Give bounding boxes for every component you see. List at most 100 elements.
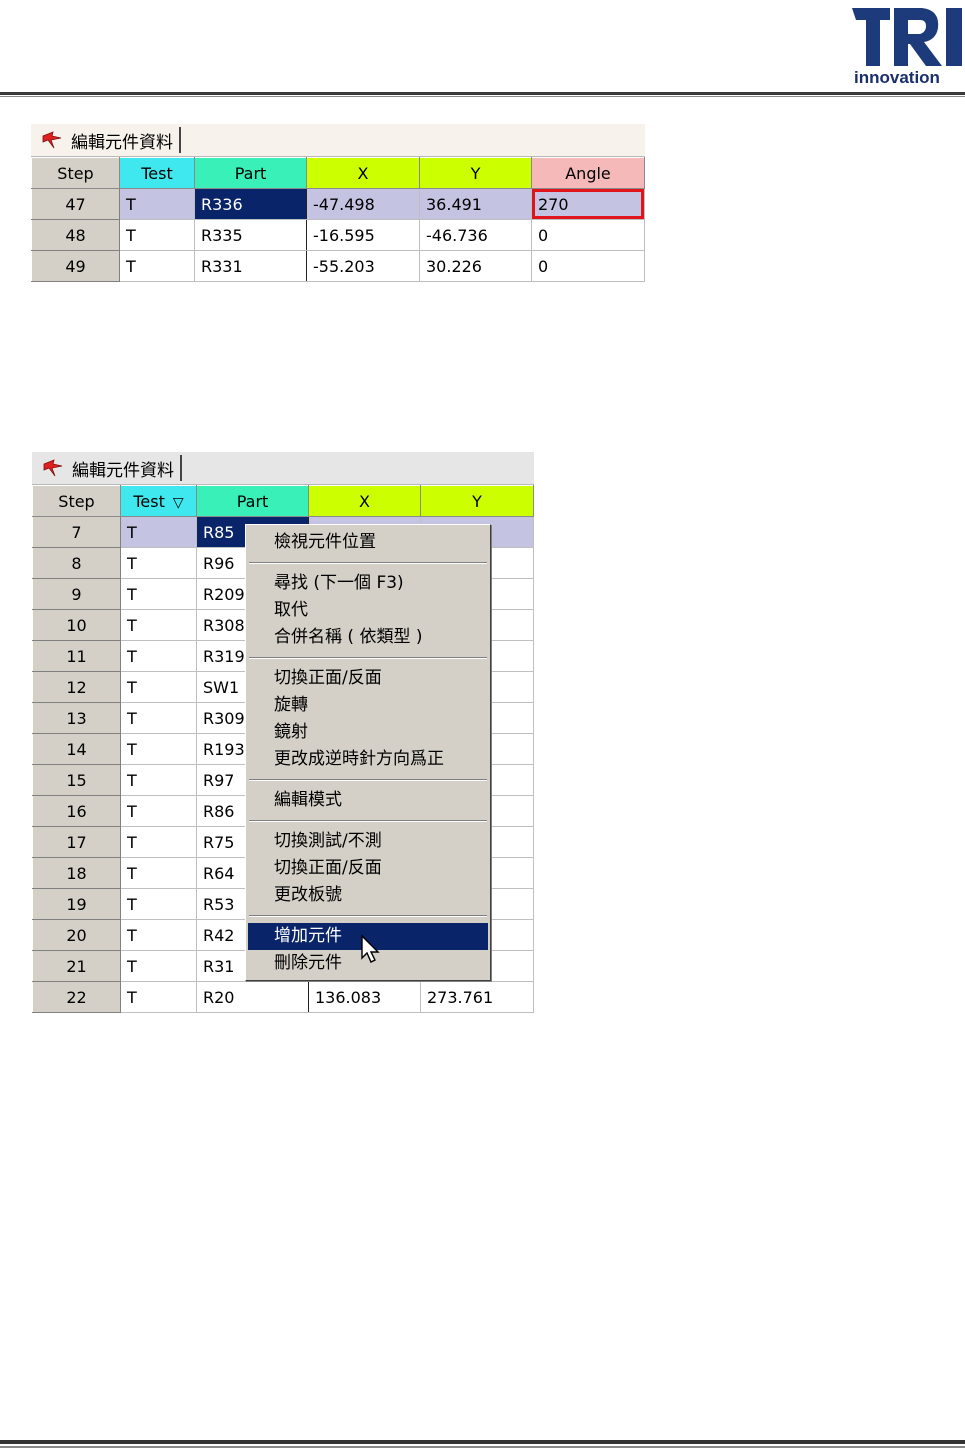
y-cell[interactable]: -46.736	[419, 219, 532, 251]
part-cell[interactable]: R20	[196, 981, 309, 1013]
panel-tab-label: 編輯元件資料	[72, 460, 174, 481]
test-cell[interactable]: T	[119, 250, 195, 282]
step-cell[interactable]: 7	[32, 516, 121, 548]
test-cell[interactable]: T	[120, 950, 197, 982]
test-cell[interactable]: T	[120, 826, 197, 858]
y-cell[interactable]: 36.491	[419, 188, 532, 220]
step-cell[interactable]: 10	[32, 609, 121, 641]
menu-item-view-part-location[interactable]: 檢視元件位置	[246, 529, 490, 556]
test-cell[interactable]: T	[120, 795, 197, 827]
column-header-x[interactable]: X	[308, 485, 421, 517]
test-cell[interactable]: T	[120, 764, 197, 796]
arrow-icon	[43, 459, 63, 477]
panel-tab-bar: 編輯元件資料	[32, 452, 534, 485]
menu-item-edit-mode[interactable]: 編輯模式	[246, 787, 490, 814]
column-header-x[interactable]: X	[306, 157, 420, 189]
menu-item-change-board-number[interactable]: 更改板號	[246, 882, 490, 909]
angle-cell[interactable]: 0	[531, 219, 645, 251]
step-cell[interactable]: 8	[32, 547, 121, 579]
step-cell[interactable]: 12	[32, 671, 121, 703]
tri-logo-mark	[852, 8, 962, 66]
menu-item-rotate[interactable]: 旋轉	[246, 692, 490, 719]
menu-item-replace[interactable]: 取代	[246, 597, 490, 624]
test-cell[interactable]: T	[120, 671, 197, 703]
panel-tab[interactable]: 編輯元件資料	[36, 455, 182, 481]
y-cell[interactable]: 273.761	[420, 981, 534, 1013]
test-cell[interactable]: T	[120, 888, 197, 920]
column-header-test[interactable]: Test	[119, 157, 195, 189]
menu-item-mirror[interactable]: 鏡射	[246, 719, 490, 746]
step-cell[interactable]: 15	[32, 764, 121, 796]
step-cell[interactable]: 17	[32, 826, 121, 858]
x-cell[interactable]: -16.595	[306, 219, 420, 251]
column-header-step[interactable]: Step	[31, 157, 120, 189]
step-cell[interactable]: 9	[32, 578, 121, 610]
step-cell[interactable]: 11	[32, 640, 121, 672]
step-cell[interactable]: 49	[31, 250, 120, 282]
test-cell[interactable]: T	[120, 547, 197, 579]
test-cell[interactable]: T	[120, 578, 197, 610]
part-cell[interactable]: R335	[194, 219, 307, 251]
angle-cell[interactable]: 0	[531, 250, 645, 282]
column-header-step[interactable]: Step	[32, 485, 121, 517]
test-cell[interactable]: T	[120, 981, 197, 1013]
step-cell[interactable]: 20	[32, 919, 121, 951]
column-header-y[interactable]: Y	[420, 485, 534, 517]
column-header-part[interactable]: Part	[194, 157, 307, 189]
step-cell[interactable]: 19	[32, 888, 121, 920]
test-cell[interactable]: T	[120, 516, 197, 548]
menu-item-toggle-front-back-2[interactable]: 切換正面/反面	[246, 855, 490, 882]
logo-subtitle: innovation	[854, 68, 940, 87]
x-cell[interactable]: 136.083	[308, 981, 421, 1013]
test-cell[interactable]: T	[120, 702, 197, 734]
menu-separator	[249, 657, 487, 659]
x-cell[interactable]: -47.498	[306, 188, 420, 220]
filter-icon[interactable]: ▽	[173, 495, 184, 511]
arrow-icon	[42, 131, 62, 149]
table-row[interactable]: 48 T R335 -16.595 -46.736 0	[31, 219, 645, 251]
test-cell[interactable]: T	[120, 609, 197, 641]
step-cell[interactable]: 13	[32, 702, 121, 734]
table-header-row: Step Test ▽ Part X Y	[32, 485, 534, 517]
table-row[interactable]: 47 T R336 -47.498 36.491 270	[31, 188, 645, 220]
column-header-part[interactable]: Part	[196, 485, 309, 517]
table-row[interactable]: 49 T R331 -55.203 30.226 0	[31, 250, 645, 282]
edit-part-panel-top: 編輯元件資料 Step Test Part X Y Angle 47 T R33…	[31, 124, 645, 282]
x-cell[interactable]: -55.203	[306, 250, 420, 282]
panel-tab-bar: 編輯元件資料	[31, 124, 645, 157]
menu-separator	[249, 562, 487, 564]
header-rule-thin	[0, 96, 965, 97]
part-cell[interactable]: R331	[194, 250, 307, 282]
panel-tab[interactable]: 編輯元件資料	[35, 127, 181, 153]
table-header-row: Step Test Part X Y Angle	[31, 157, 645, 189]
step-cell[interactable]: 16	[32, 795, 121, 827]
footer-rule-thin	[0, 1446, 965, 1448]
step-cell[interactable]: 14	[32, 733, 121, 765]
y-cell[interactable]: 30.226	[419, 250, 532, 282]
test-cell[interactable]: T	[120, 640, 197, 672]
panel-tab-label: 編輯元件資料	[71, 132, 173, 153]
menu-separator	[249, 915, 487, 917]
angle-cell-highlighted[interactable]: 270	[531, 188, 645, 220]
table-row[interactable]: 22 T R20 136.083 273.761	[32, 981, 534, 1013]
column-header-y[interactable]: Y	[419, 157, 532, 189]
test-cell[interactable]: T	[120, 733, 197, 765]
test-cell[interactable]: T	[119, 188, 195, 220]
menu-item-merge-names-by-type[interactable]: 合併名稱 ( 依類型 )	[246, 624, 490, 651]
step-cell[interactable]: 48	[31, 219, 120, 251]
test-cell[interactable]: T	[119, 219, 195, 251]
column-header-angle[interactable]: Angle	[531, 157, 645, 189]
menu-item-toggle-test[interactable]: 切換測試/不測	[246, 828, 490, 855]
header-rule	[0, 92, 965, 95]
step-cell[interactable]: 18	[32, 857, 121, 889]
part-cell[interactable]: R336	[194, 188, 307, 220]
column-header-test[interactable]: Test ▽	[120, 485, 197, 517]
menu-item-toggle-front-back[interactable]: 切換正面/反面	[246, 665, 490, 692]
test-cell[interactable]: T	[120, 919, 197, 951]
step-cell[interactable]: 47	[31, 188, 120, 220]
menu-item-find-next[interactable]: 尋找 (下一個 F3)	[246, 570, 490, 597]
test-cell[interactable]: T	[120, 857, 197, 889]
menu-item-set-counterclockwise-positive[interactable]: 更改成逆時針方向爲正	[246, 746, 490, 773]
step-cell[interactable]: 22	[32, 981, 121, 1013]
step-cell[interactable]: 21	[32, 950, 121, 982]
